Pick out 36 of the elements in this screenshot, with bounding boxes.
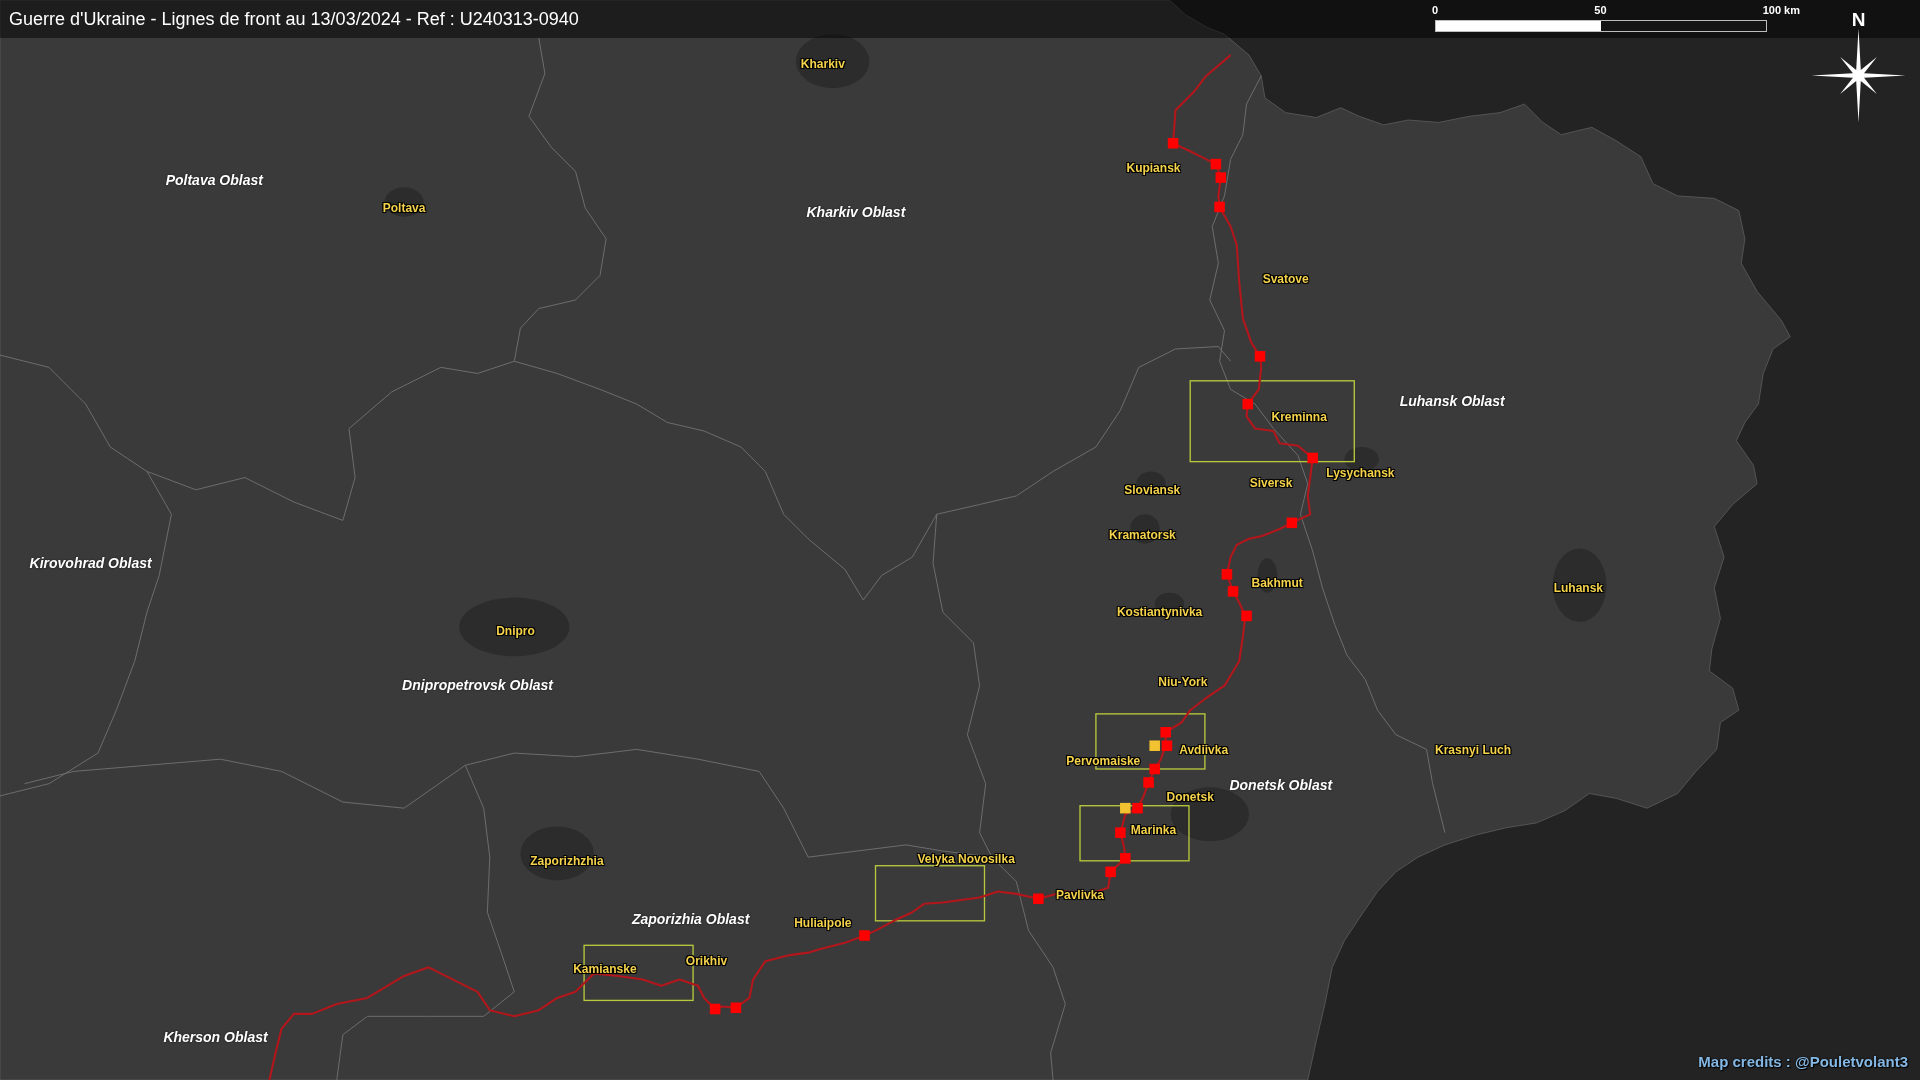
compass-star-icon bbox=[1810, 28, 1907, 123]
region-label: Kirovohrad Oblast bbox=[29, 556, 152, 573]
region-label: Luhansk Oblast bbox=[1399, 393, 1505, 410]
north-label: N bbox=[1851, 12, 1866, 28]
city-label: Luhansk bbox=[1553, 582, 1604, 596]
map-credits: Map credits : @Pouletvolant3 bbox=[1698, 1053, 1908, 1070]
city-label: Kramatorsk bbox=[1109, 529, 1176, 543]
scale-label: 0 bbox=[1432, 4, 1439, 17]
region-label: Donetsk Oblast bbox=[1229, 778, 1333, 794]
city-label: Marinka bbox=[1130, 824, 1177, 838]
scale-label: 100 km bbox=[1762, 4, 1800, 17]
city-label: Lysychansk bbox=[1326, 467, 1395, 481]
city-label: Bakhmut bbox=[1251, 577, 1303, 591]
city-label: Niu-York bbox=[1158, 676, 1208, 690]
city-label: Velyka Novosilka bbox=[917, 853, 1015, 867]
city-label: Kreminna bbox=[1271, 410, 1327, 425]
scale-label: 50 bbox=[1594, 4, 1607, 17]
region-label: Kharkiv Oblast bbox=[806, 205, 906, 221]
region-label: Dnipropetrovsk Oblast bbox=[402, 678, 553, 694]
map-title: Guerre d'Ukraine - Lignes de front au 13/03/2024 - Ref : U240313-0940 bbox=[9, 8, 579, 30]
city-label: Zaporizhzhia bbox=[530, 855, 604, 869]
city-label: Pavlivka bbox=[1056, 889, 1104, 903]
city-label: Poltava bbox=[382, 202, 426, 216]
city-label: Kostiantynivka bbox=[1116, 606, 1203, 621]
city-label: Siversk bbox=[1249, 477, 1293, 491]
city-label: Krasnyi Luch bbox=[1435, 744, 1512, 758]
city-label: Huliaipole bbox=[794, 917, 852, 932]
city-label: Sloviansk bbox=[1124, 484, 1181, 498]
city-label: Kharkiv bbox=[800, 58, 845, 72]
city-label: Kupiansk bbox=[1126, 162, 1181, 176]
region-label: Poltava Oblast bbox=[165, 173, 263, 189]
city-label: Donetsk bbox=[1166, 791, 1214, 805]
region-label: Zaporizhia Oblast bbox=[631, 911, 750, 928]
region-label: Kherson Oblast bbox=[163, 1030, 268, 1047]
city-label: Dnipro bbox=[496, 625, 535, 639]
city-label: Svatove bbox=[1262, 273, 1309, 287]
